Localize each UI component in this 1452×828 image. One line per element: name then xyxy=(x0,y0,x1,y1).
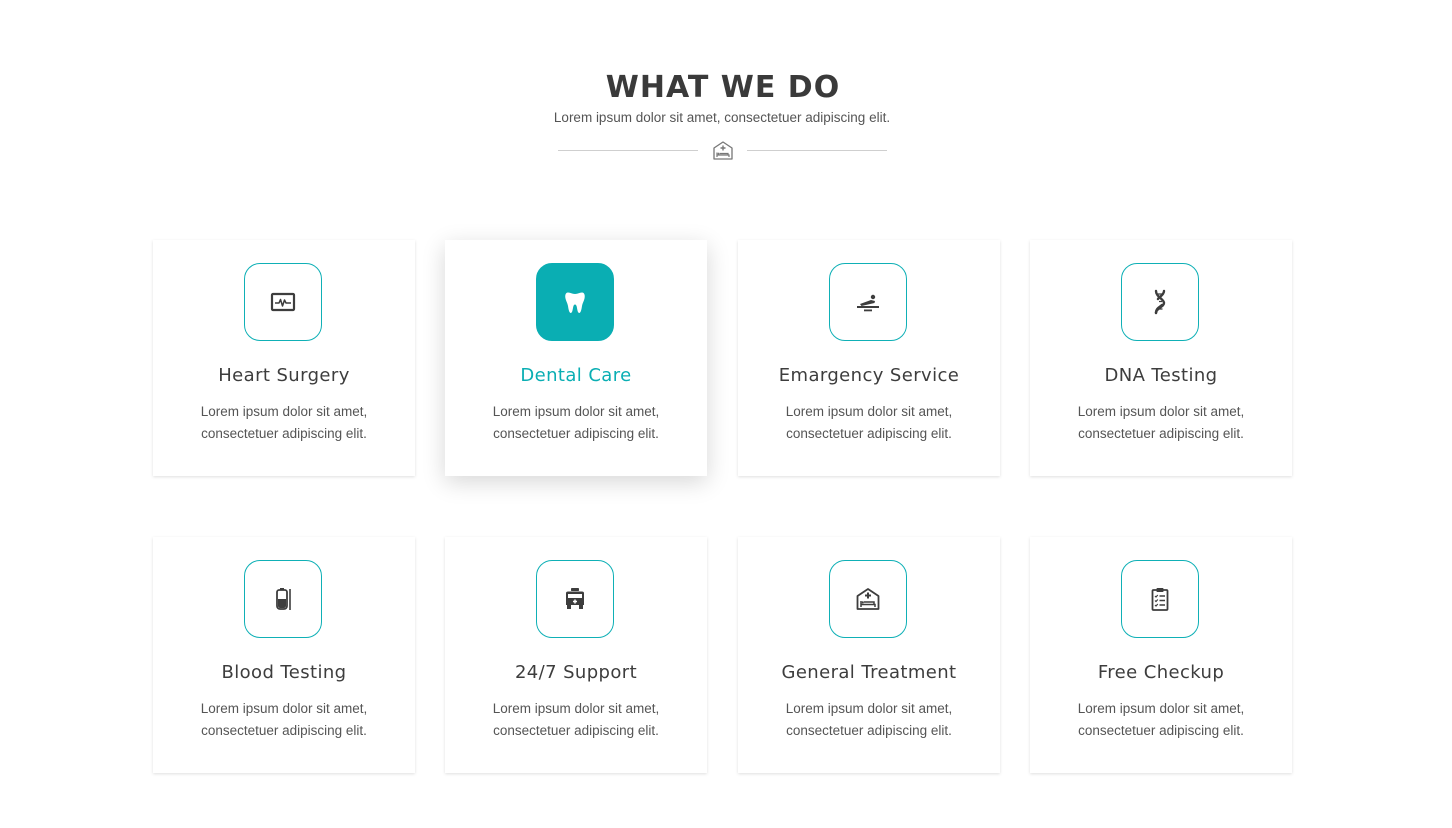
section-subtitle: Lorem ipsum dolor sit amet, consectetuer… xyxy=(553,110,891,125)
service-card-free-checkup[interactable]: Free Checkup Lorem ipsum dolor sit amet,… xyxy=(1030,537,1292,773)
service-title: Heart Surgery xyxy=(218,365,350,386)
section-title: WHAT WE DO xyxy=(605,70,841,105)
service-description: Lorem ipsum dolor sit amet, consectetuer… xyxy=(1077,404,1245,441)
service-icon-box xyxy=(244,560,322,638)
service-title: DNA Testing xyxy=(1104,365,1218,386)
heart-monitor-icon xyxy=(270,292,296,312)
service-icon-box xyxy=(536,560,614,638)
service-card-blood-testing[interactable]: Blood Testing Lorem ipsum dolor sit amet… xyxy=(153,537,415,773)
service-description: Lorem ipsum dolor sit amet, consectetuer… xyxy=(492,701,660,738)
divider-line-left xyxy=(558,150,698,151)
service-title: General Treatment xyxy=(781,662,957,683)
service-card-heart-surgery[interactable]: Heart Surgery Lorem ipsum dolor sit amet… xyxy=(153,240,415,476)
service-card-general-treatment[interactable]: General Treatment Lorem ipsum dolor sit … xyxy=(738,537,1000,773)
divider-line-right xyxy=(747,150,887,151)
patient-bed-icon xyxy=(857,294,879,312)
service-icon-box xyxy=(1121,560,1199,638)
service-icon-box xyxy=(536,263,614,341)
service-card-emergency-service[interactable]: Emargency Service Lorem ipsum dolor sit … xyxy=(738,240,1000,476)
service-description: Lorem ipsum dolor sit amet, consectetuer… xyxy=(1077,701,1245,738)
clipboard-checklist-icon xyxy=(1151,588,1169,611)
service-title: 24/7 Support xyxy=(514,662,638,683)
service-card-24-7-support[interactable]: 24/7 Support Lorem ipsum dolor sit amet,… xyxy=(445,537,707,773)
dna-icon xyxy=(1154,289,1166,315)
service-description: Lorem ipsum dolor sit amet, consectetuer… xyxy=(785,404,953,441)
service-icon-box xyxy=(1121,263,1199,341)
tooth-icon xyxy=(565,292,585,313)
service-icon-box xyxy=(829,263,907,341)
service-icon-box xyxy=(829,560,907,638)
service-title: Emargency Service xyxy=(778,365,960,386)
title-divider xyxy=(558,139,888,163)
ambulance-icon xyxy=(566,588,584,609)
service-description: Lorem ipsum dolor sit amet, consectetuer… xyxy=(492,404,660,441)
service-description: Lorem ipsum dolor sit amet, consectetuer… xyxy=(200,701,368,738)
blood-bag-icon xyxy=(276,588,291,610)
service-card-dna-testing[interactable]: DNA Testing Lorem ipsum dolor sit amet, … xyxy=(1030,240,1292,476)
service-icon-box xyxy=(244,263,322,341)
hospital-bed-icon xyxy=(713,141,733,160)
service-description: Lorem ipsum dolor sit amet, consectetuer… xyxy=(785,701,953,738)
service-title: Blood Testing xyxy=(221,662,347,683)
service-title: Free Checkup xyxy=(1097,662,1225,683)
service-card-dental-care[interactable]: Dental Care Lorem ipsum dolor sit amet, … xyxy=(445,240,707,476)
hospital-icon xyxy=(856,588,880,610)
service-title: Dental Care xyxy=(520,365,632,386)
service-description: Lorem ipsum dolor sit amet, consectetuer… xyxy=(200,404,368,441)
